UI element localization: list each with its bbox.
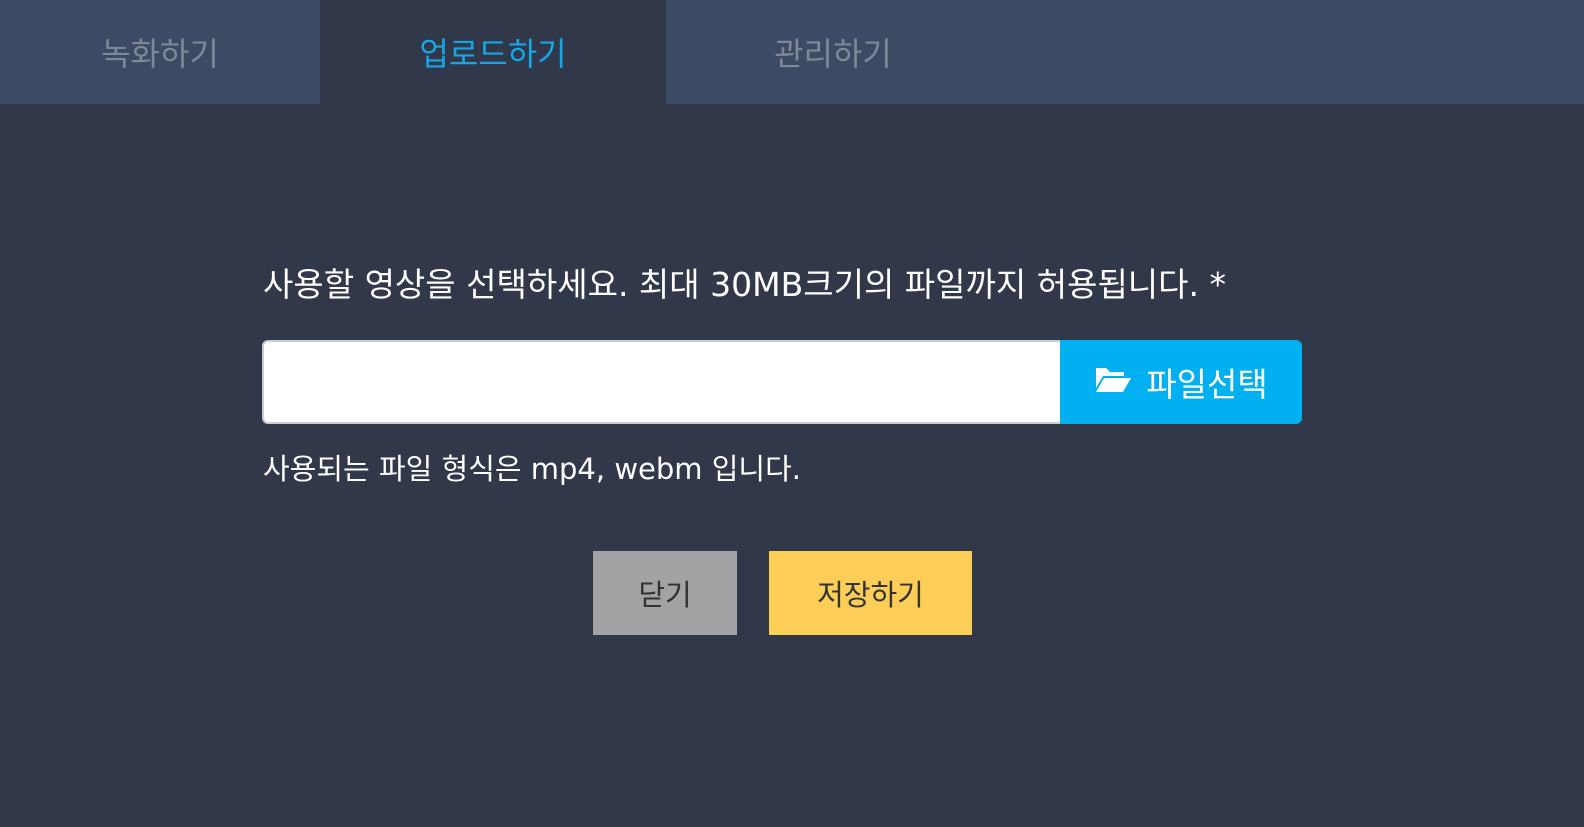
upload-prompt: 사용할 영상을 선택하세요. 최대 30MB크기의 파일까지 허용됩니다. * [263, 265, 1227, 304]
tab-record[interactable]: 녹화하기 [0, 0, 320, 104]
choose-file-label: 파일선택 [1146, 365, 1268, 404]
choose-file-button[interactable]: 파일선택 [1060, 340, 1302, 424]
tab-upload[interactable]: 업로드하기 [320, 0, 666, 104]
format-hint: 사용되는 파일 형식은 mp4, webm 입니다. [263, 452, 802, 486]
save-button[interactable]: 저장하기 [769, 551, 972, 635]
close-button[interactable]: 닫기 [593, 551, 737, 635]
tab-manage[interactable]: 관리하기 [666, 0, 1000, 104]
tab-bar: 녹화하기 업로드하기 관리하기 [0, 0, 1584, 104]
file-path-input[interactable] [262, 340, 1060, 424]
file-picker: 파일선택 [262, 340, 1302, 424]
folder-open-icon [1094, 363, 1132, 402]
